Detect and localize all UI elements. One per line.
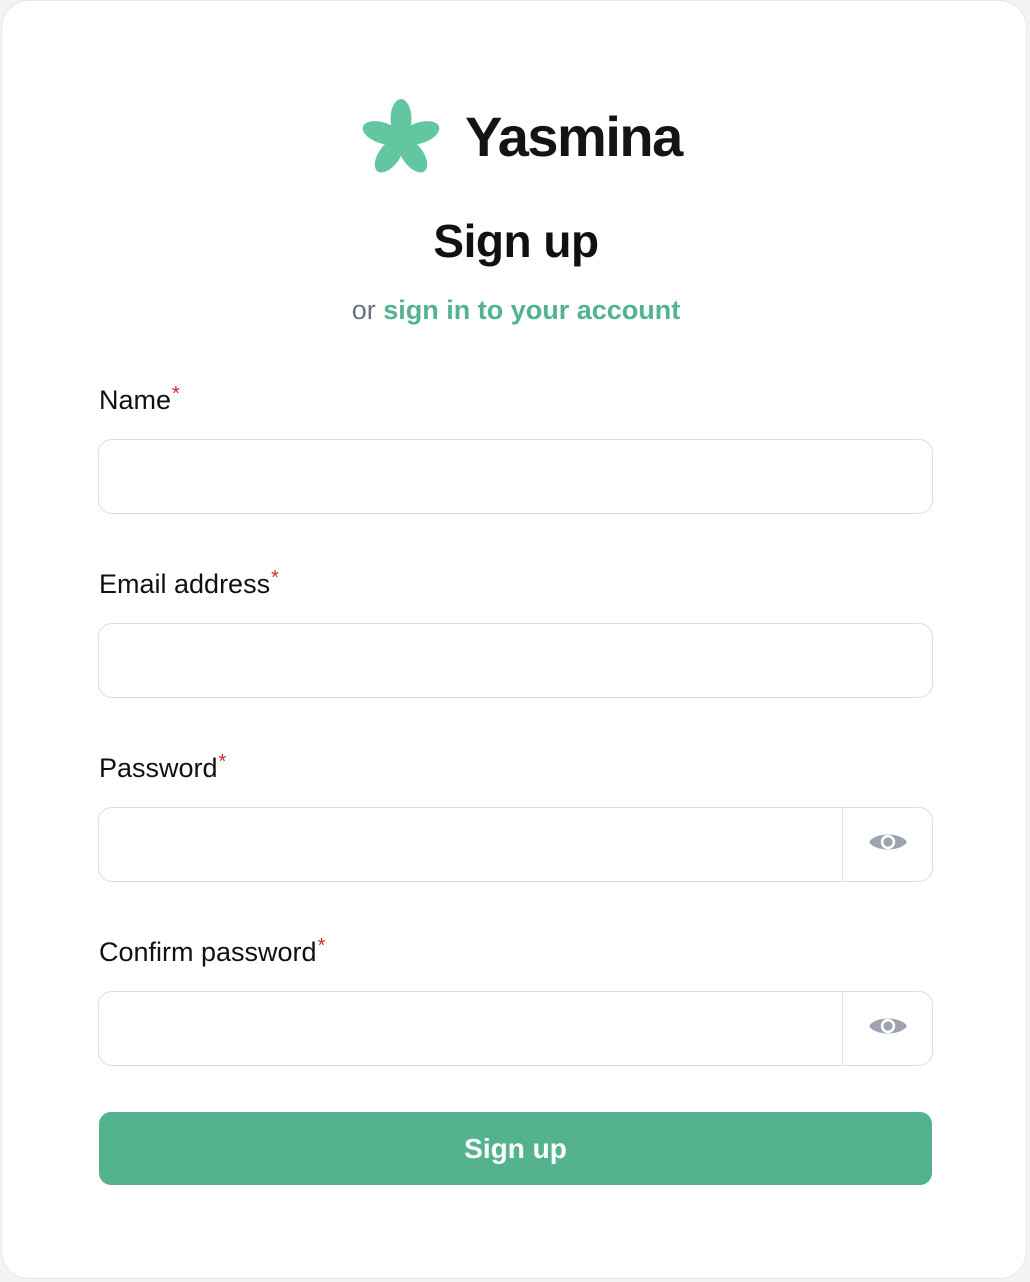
password-field	[98, 807, 933, 882]
required-marker: *	[218, 751, 227, 773]
password-input[interactable]	[99, 808, 842, 881]
name-input[interactable]	[98, 439, 933, 514]
name-label: Name*	[99, 383, 180, 417]
required-marker: *	[317, 935, 326, 957]
brand-name: Yasmina	[465, 105, 683, 168]
confirm-password-label-text: Confirm password	[99, 937, 317, 967]
page-title: Sign up	[433, 215, 599, 267]
name-label-text: Name	[99, 385, 172, 415]
logo: Yasmina	[357, 95, 683, 179]
email-label-text: Email address	[99, 569, 271, 599]
email-label: Email address*	[99, 567, 279, 601]
jasmine-flower-icon	[357, 95, 445, 179]
show-confirm-password-button[interactable]	[842, 992, 932, 1065]
subtitle: or sign in to your account	[2, 293, 1030, 327]
confirm-password-label: Confirm password*	[99, 935, 325, 969]
show-password-button[interactable]	[842, 808, 932, 881]
required-marker: *	[271, 567, 279, 589]
password-label: Password*	[99, 751, 226, 785]
password-label-text: Password	[99, 753, 218, 783]
signup-card: Yasmina Sign up or sign in to your accou…	[1, 0, 1027, 1279]
eye-icon	[868, 1013, 908, 1044]
confirm-password-input[interactable]	[99, 992, 842, 1065]
email-input[interactable]	[98, 623, 933, 698]
sign-in-link[interactable]: sign in to your account	[383, 295, 680, 325]
sign-up-button[interactable]: Sign up	[99, 1112, 932, 1185]
eye-icon	[868, 829, 908, 860]
required-marker: *	[172, 383, 180, 405]
subtitle-prefix: or	[351, 295, 376, 325]
confirm-password-field	[98, 991, 933, 1066]
